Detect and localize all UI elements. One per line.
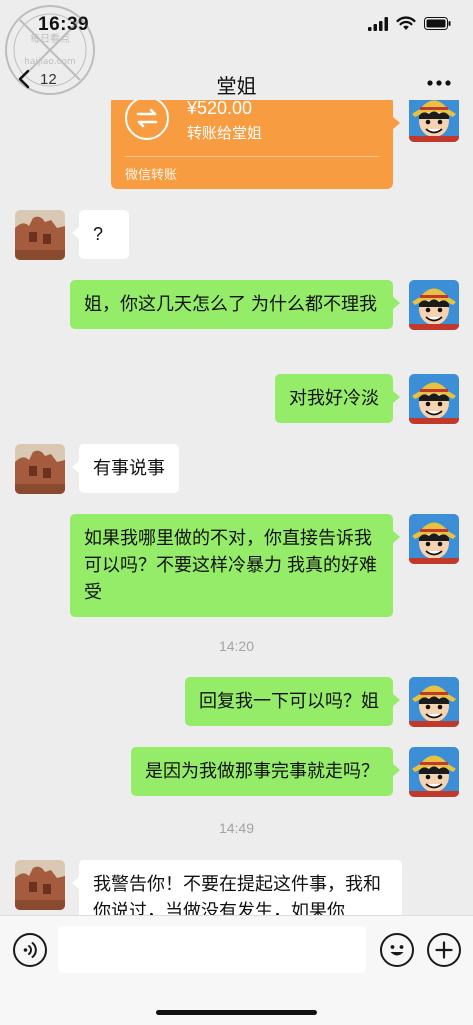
cellular-signal-icon [368,16,388,31]
emoji-button[interactable] [380,933,414,967]
transfer-description: 转账给堂姐 [187,125,263,142]
transfer-card[interactable]: ¥520.00 转账给堂姐 微信转账 [111,100,400,189]
message-text: 对我好冷淡 [289,388,379,408]
message-timestamp: 14:49 [218,820,255,836]
message-bubble-received[interactable]: 有事说事 [72,444,179,493]
chat-title: 堂姐 [216,76,257,98]
home-indicator[interactable] [156,1010,317,1015]
more-button[interactable] [427,67,451,87]
transfer-arrows-icon [125,100,169,140]
message-bubble-received[interactable]: 我警告你！不要在提起这件事，我和你说过，当做没有发生，如果你 [72,860,402,915]
transfer-footer: 微信转账 [125,167,178,182]
voice-button[interactable] [13,933,47,967]
message-text: 我警告你！不要在提起这件事，我和你说过，当做没有发生，如果你 [93,874,381,915]
message-bubble-received[interactable]: ? [72,210,129,259]
message-text: 有事说事 [93,458,165,478]
message-text: 是因为我做那事完事就走吗？ [145,761,379,781]
plus-icon [435,941,453,959]
message-list[interactable]: ¥520.00 转账给堂姐 微信转账 ? 姐，你这几天怎么了 为什么都不理我 对… [0,100,473,915]
status-bar: 16:39 [0,0,473,50]
my-avatar[interactable] [409,514,459,564]
message-bubble-sent[interactable]: 回复我一下可以吗？姐 [185,677,400,726]
status-time: 16:39 [38,14,90,35]
more-dots-icon [427,80,451,86]
input-bar [0,915,473,1025]
message-text: 姐，你这几天怎么了 为什么都不理我 [84,294,377,314]
contact-avatar[interactable] [15,444,65,494]
contact-avatar[interactable] [15,210,65,260]
voice-icon [23,942,37,958]
message-bubble-sent[interactable]: 是因为我做那事完事就走吗？ [131,747,400,796]
message-timestamp: 14:20 [218,638,255,654]
my-avatar[interactable] [409,677,459,727]
message-text: ? [93,224,104,244]
my-avatar[interactable] [409,280,459,330]
my-avatar[interactable] [409,100,459,142]
contact-avatar[interactable] [15,860,65,910]
message-bubble-sent[interactable]: 姐，你这几天怎么了 为什么都不理我 [70,280,400,329]
message-text: 如果我哪里做的不对，你直接告诉我可以吗？不要这样冷暴力 我真的好难受 [84,528,377,602]
battery-icon [424,17,451,30]
message-bubble-sent[interactable]: 如果我哪里做的不对，你直接告诉我可以吗？不要这样冷暴力 我真的好难受 [70,514,400,617]
my-avatar[interactable] [409,747,459,797]
message-input[interactable] [58,926,366,973]
transfer-amount: ¥520.00 [187,100,253,118]
message-text: 回复我一下可以吗？姐 [199,691,379,711]
message-bubble-sent[interactable]: 对我好冷淡 [275,374,400,423]
divider [125,156,379,157]
emoji-icon [390,945,404,956]
wifi-icon [396,16,416,30]
status-icons [368,16,451,31]
more-functions-button[interactable] [427,933,461,967]
my-avatar[interactable] [409,374,459,424]
